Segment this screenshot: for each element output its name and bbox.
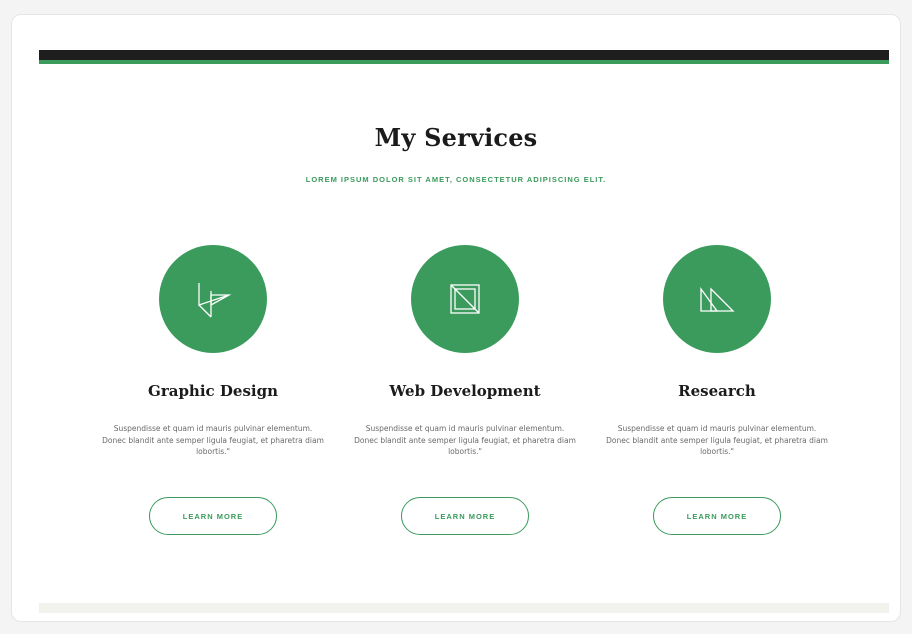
- card-title: Web Development: [389, 382, 541, 400]
- top-dark-bar: [39, 50, 889, 60]
- card-description: Suspendisse et quam id mauris pulvinar e…: [606, 424, 828, 457]
- card-description: Suspendisse et quam id mauris pulvinar e…: [102, 424, 324, 457]
- service-card-graphic-design: Graphic Design Suspendisse et quam id ma…: [101, 245, 325, 545]
- service-card-research: Research Suspendisse et quam id mauris p…: [605, 245, 829, 545]
- pen-tool-icon: [198, 283, 232, 318]
- service-card-web-development: Web Development Suspendisse et quam id m…: [353, 245, 577, 545]
- layout-frame-icon: [450, 284, 480, 314]
- card-title: Research: [678, 382, 756, 400]
- card-description: Suspendisse et quam id mauris pulvinar e…: [354, 424, 576, 457]
- triangles-icon: [700, 287, 735, 312]
- section-subtitle: LOREM IPSUM DOLOR SIT AMET, CONSECTETUR …: [305, 175, 607, 184]
- footer-band: [39, 603, 889, 613]
- top-accent-bar: [39, 60, 889, 64]
- learn-more-button[interactable]: LEARN MORE: [401, 497, 529, 535]
- page-frame: My Services LOREM IPSUM DOLOR SIT AMET, …: [11, 14, 901, 622]
- icon-circle: [159, 245, 267, 353]
- icon-circle: [663, 245, 771, 353]
- card-title: Graphic Design: [148, 382, 278, 400]
- section-title: My Services: [374, 123, 538, 152]
- learn-more-button[interactable]: LEARN MORE: [653, 497, 781, 535]
- learn-more-button[interactable]: LEARN MORE: [149, 497, 277, 535]
- icon-circle: [411, 245, 519, 353]
